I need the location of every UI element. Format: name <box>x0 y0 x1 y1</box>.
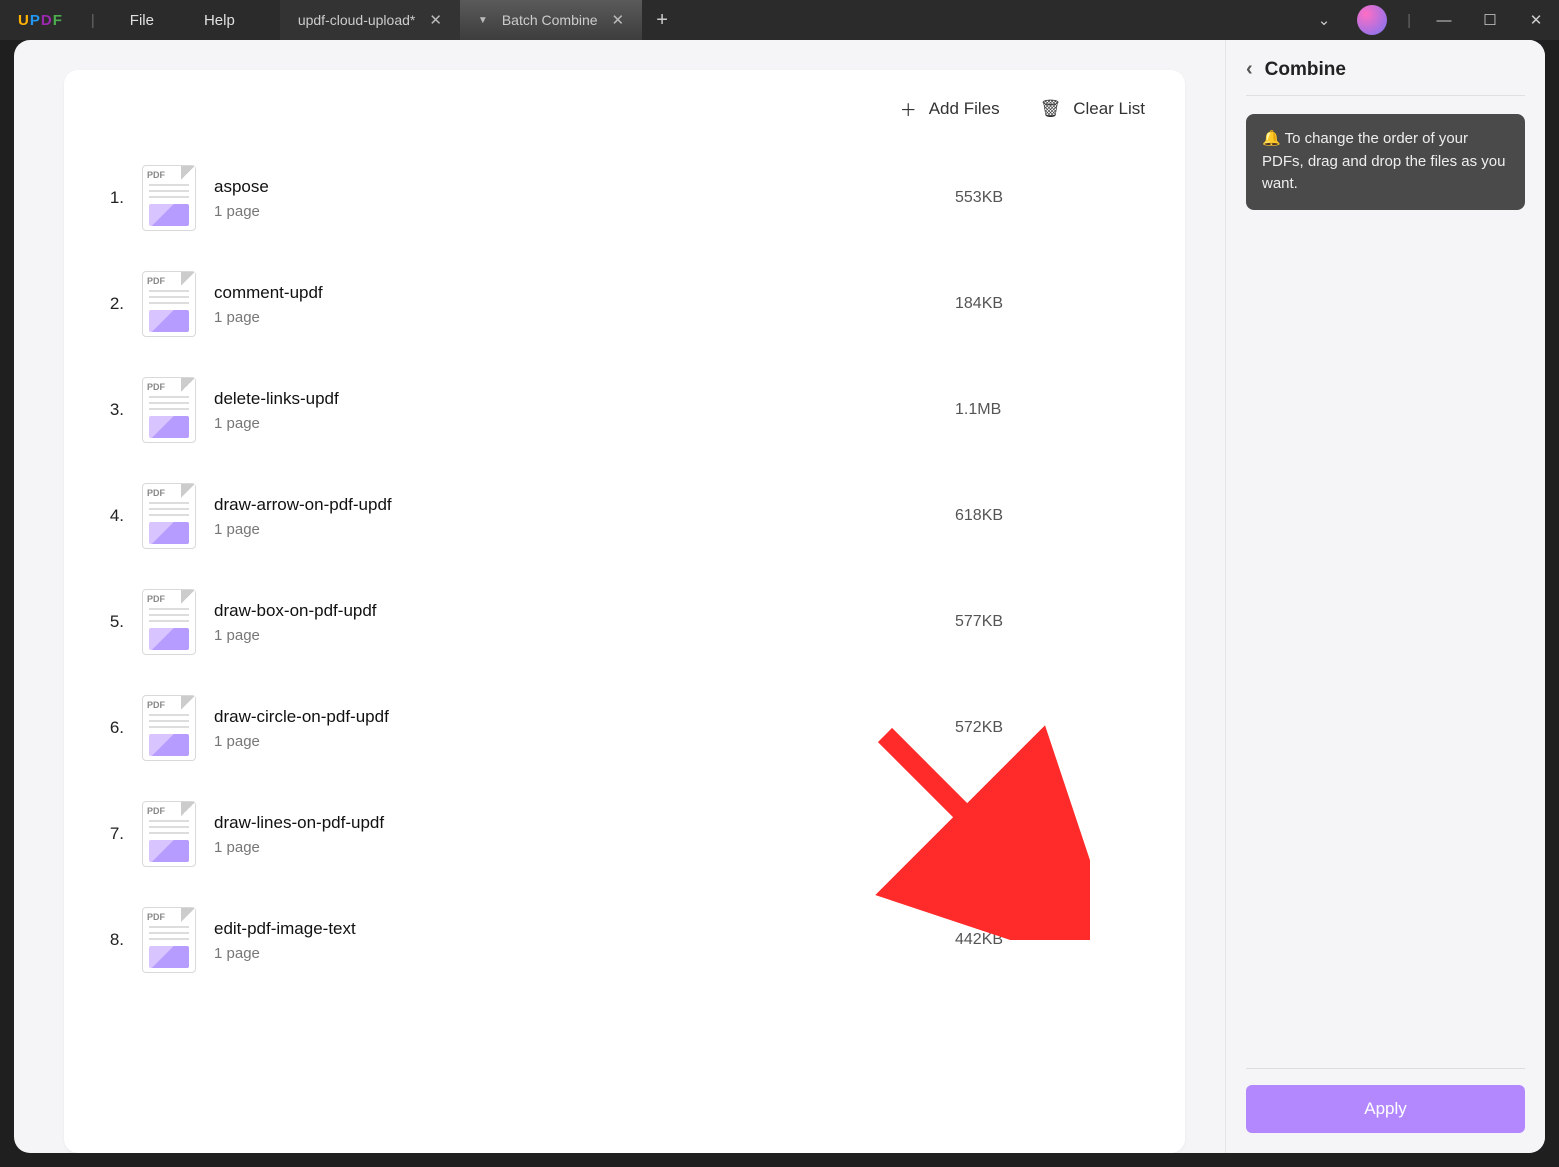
file-meta: draw-circle-on-pdf-updf 1 page <box>214 707 937 750</box>
plus-icon: ＋ <box>900 96 917 121</box>
tab-title: updf-cloud-upload* <box>298 12 416 28</box>
pdf-thumbnail-icon <box>142 907 196 973</box>
sidebar-header: ‹ Combine <box>1246 58 1525 96</box>
file-pages: 1 page <box>214 309 937 326</box>
file-name: draw-circle-on-pdf-updf <box>214 707 937 727</box>
file-size: 184KB <box>955 295 1155 313</box>
titlebar: UPDF | File Help updf-cloud-upload* ✕ ▼ … <box>0 0 1559 40</box>
file-row[interactable]: 6. draw-circle-on-pdf-updf 1 page 572KB <box>84 675 1165 781</box>
tab-bar: updf-cloud-upload* ✕ ▼ Batch Combine ✕ + <box>280 0 1301 40</box>
add-files-label: Add Files <box>929 99 1000 119</box>
file-name: draw-box-on-pdf-updf <box>214 601 937 621</box>
file-size: 553KB <box>955 189 1155 207</box>
separator <box>1246 1068 1525 1069</box>
pdf-thumbnail-icon <box>142 801 196 867</box>
file-pages: 1 page <box>214 521 937 538</box>
row-index: 7. <box>94 824 124 844</box>
file-pages: 1 page <box>214 415 937 432</box>
file-row[interactable]: 7. draw-lines-on-pdf-updf 1 page 619KB <box>84 781 1165 887</box>
file-name: delete-links-updf <box>214 389 937 409</box>
file-row[interactable]: 1. aspose 1 page 553KB <box>84 145 1165 251</box>
file-meta: delete-links-updf 1 page <box>214 389 937 432</box>
sidebar: ‹ Combine 🔔 To change the order of your … <box>1225 40 1545 1153</box>
file-pages: 1 page <box>214 839 937 856</box>
row-index: 6. <box>94 718 124 738</box>
file-name: draw-arrow-on-pdf-updf <box>214 495 937 515</box>
menu-help[interactable]: Help <box>179 12 260 29</box>
pdf-thumbnail-icon <box>142 589 196 655</box>
pdf-thumbnail-icon <box>142 695 196 761</box>
file-size: 577KB <box>955 613 1155 631</box>
new-tab-button[interactable]: + <box>642 0 682 40</box>
file-meta: edit-pdf-image-text 1 page <box>214 919 937 962</box>
sidebar-title: Combine <box>1265 59 1346 81</box>
menu-file[interactable]: File <box>105 12 179 29</box>
file-meta: draw-box-on-pdf-updf 1 page <box>214 601 937 644</box>
avatar[interactable] <box>1357 5 1387 35</box>
file-size: 572KB <box>955 719 1155 737</box>
file-row[interactable]: 4. draw-arrow-on-pdf-updf 1 page 618KB <box>84 463 1165 569</box>
file-size: 1.1MB <box>955 401 1155 419</box>
pdf-thumbnail-icon <box>142 165 196 231</box>
file-name: comment-updf <box>214 283 937 303</box>
chevron-down-icon[interactable]: ⌄ <box>1301 0 1347 40</box>
file-pages: 1 page <box>214 733 937 750</box>
file-size: 442KB <box>955 931 1155 949</box>
pdf-thumbnail-icon <box>142 377 196 443</box>
close-button[interactable]: ✕ <box>1513 0 1559 40</box>
main-panel: ＋ Add Files 🗑 Clear List 1.aspose1 page5… <box>14 40 1225 1153</box>
file-row[interactable]: 3. delete-links-updf 1 page 1.1MB <box>84 357 1165 463</box>
pdf-thumbnail-icon <box>142 483 196 549</box>
file-meta: draw-arrow-on-pdf-updf 1 page <box>214 495 937 538</box>
file-meta: comment-updf 1 page <box>214 283 937 326</box>
clear-list-label: Clear List <box>1073 99 1145 119</box>
file-name: aspose <box>214 177 937 197</box>
maximize-button[interactable]: ☐ <box>1467 0 1513 40</box>
separator: | <box>81 12 105 29</box>
add-files-button[interactable]: ＋ Add Files <box>900 96 1000 121</box>
chevron-down-icon[interactable]: ▼ <box>478 15 488 26</box>
row-index: 2. <box>94 294 124 314</box>
file-list: 1.aspose1 page553KB2.comment-updf1 page1… <box>64 145 1185 993</box>
tab-title: Batch Combine <box>502 12 598 28</box>
row-index: 5. <box>94 612 124 632</box>
separator: | <box>1397 12 1421 29</box>
file-meta: draw-lines-on-pdf-updf 1 page <box>214 813 937 856</box>
tab-updf-cloud-upload[interactable]: updf-cloud-upload* ✕ <box>280 0 460 40</box>
pdf-thumbnail-icon <box>142 271 196 337</box>
tip-box: 🔔 To change the order of your PDFs, drag… <box>1246 114 1525 210</box>
tab-batch-combine[interactable]: ▼ Batch Combine ✕ <box>460 0 642 40</box>
file-name: draw-lines-on-pdf-updf <box>214 813 937 833</box>
file-size: 619KB <box>955 825 1155 843</box>
file-pages: 1 page <box>214 627 937 644</box>
back-icon[interactable]: ‹ <box>1246 58 1253 81</box>
window-controls: ⌄ | — ☐ ✕ <box>1301 0 1559 40</box>
close-icon[interactable]: ✕ <box>612 11 625 29</box>
row-index: 3. <box>94 400 124 420</box>
file-row[interactable]: 2. comment-updf 1 page 184KB <box>84 251 1165 357</box>
file-meta: aspose 1 page <box>214 177 937 220</box>
apply-area: Apply <box>1246 1068 1525 1133</box>
app-logo: UPDF <box>0 12 81 29</box>
row-index: 8. <box>94 930 124 950</box>
file-pages: 1 page <box>214 203 937 220</box>
close-icon[interactable]: ✕ <box>429 11 442 29</box>
file-pages: 1 page <box>214 945 937 962</box>
row-index: 1. <box>94 188 124 208</box>
minimize-button[interactable]: — <box>1421 0 1467 40</box>
file-name: edit-pdf-image-text <box>214 919 937 939</box>
list-toolbar: ＋ Add Files 🗑 Clear List <box>64 90 1185 145</box>
file-size: 618KB <box>955 507 1155 525</box>
trash-icon: 🗑 <box>1040 99 1062 119</box>
file-list-panel: ＋ Add Files 🗑 Clear List 1.aspose1 page5… <box>64 70 1185 1153</box>
row-index: 4. <box>94 506 124 526</box>
file-row[interactable]: 5. draw-box-on-pdf-updf 1 page 577KB <box>84 569 1165 675</box>
clear-list-button[interactable]: 🗑 Clear List <box>1040 96 1145 121</box>
apply-button[interactable]: Apply <box>1246 1085 1525 1133</box>
workspace: ＋ Add Files 🗑 Clear List 1.aspose1 page5… <box>14 40 1545 1153</box>
file-row[interactable]: 8. edit-pdf-image-text 1 page 442KB <box>84 887 1165 993</box>
